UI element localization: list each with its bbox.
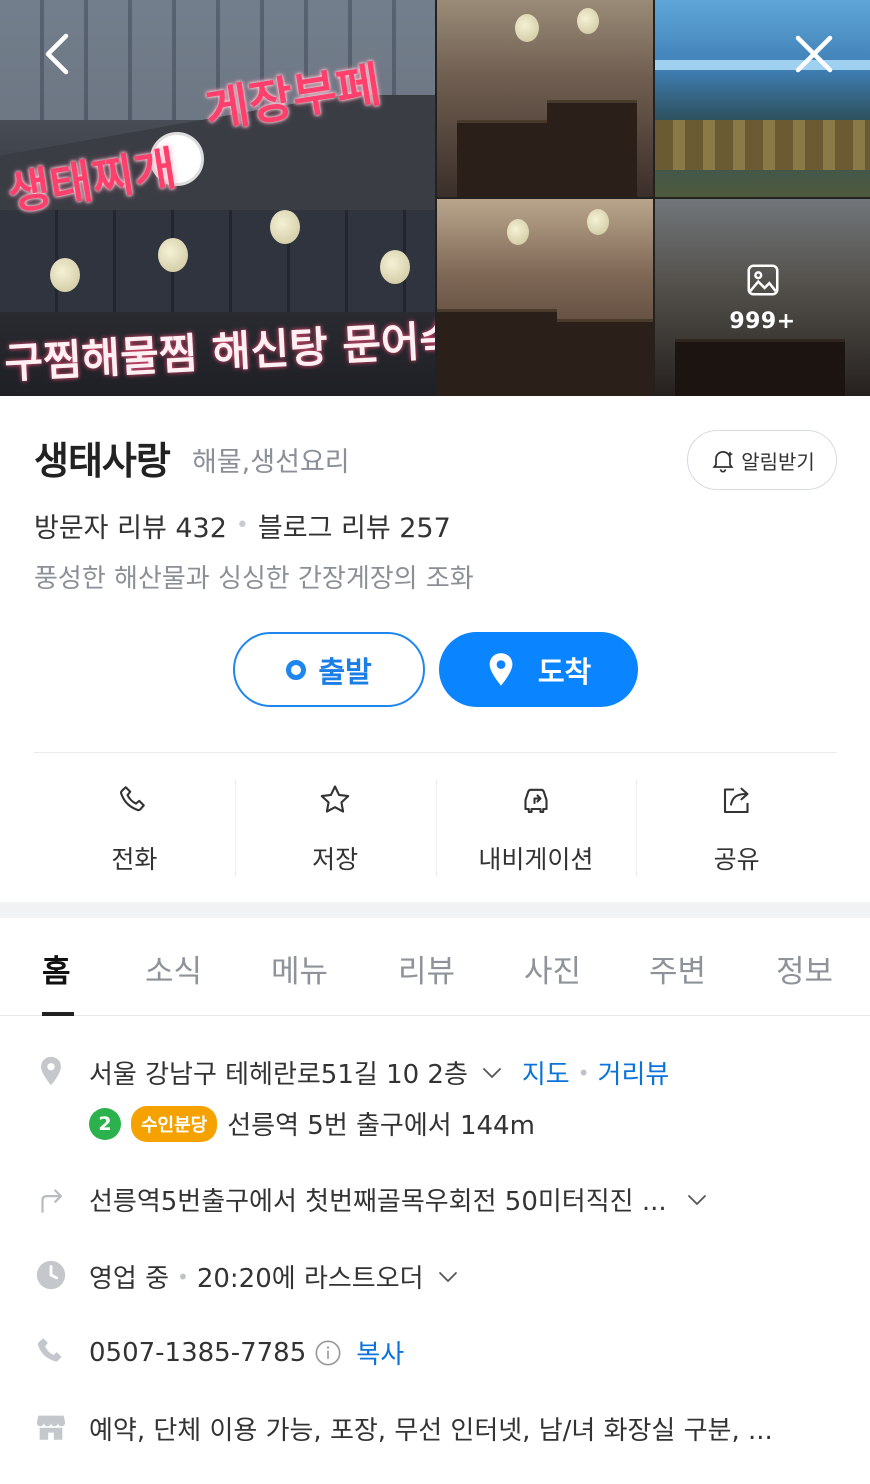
separator-dot: • (177, 1264, 189, 1289)
chevron-down-icon[interactable] (436, 1265, 460, 1289)
visitor-review-link[interactable]: 방문자 리뷰 432 (34, 506, 227, 545)
section-divider (34, 752, 837, 753)
gallery-photo-2[interactable] (437, 0, 653, 197)
amenities-text: 예약, 단체 이용 가능, 포장, 무선 인터넷, 남/녀 화장실 구분, ..… (89, 1416, 773, 1446)
tab-menu[interactable]: 메뉴 (271, 946, 328, 991)
subway-line-badge: 2 (89, 1107, 121, 1140)
tab-photos[interactable]: 사진 (524, 946, 581, 991)
chevron-down-icon[interactable] (480, 1061, 504, 1085)
review-summary: 방문자 리뷰 432 • 블로그 리뷰 257 (34, 506, 451, 545)
share-label: 공유 (713, 845, 760, 874)
section-separator (0, 902, 870, 918)
map-link[interactable]: 지도 (522, 1054, 570, 1091)
phone-number[interactable]: 0507-1385-7785 (89, 1338, 306, 1368)
more-photos-overlay[interactable]: 999+ (655, 199, 870, 396)
address-row: 서울 강남구 테헤란로51길 10 2층 지도 • 거리뷰 (89, 1054, 669, 1091)
quick-actions: 전화 저장 내비게이션 공유 (34, 780, 837, 876)
call-label: 전화 (111, 845, 158, 874)
subway-line-tag: 수인분당 (131, 1105, 218, 1142)
arrive-button[interactable]: 도착 (439, 632, 638, 707)
store-icon (34, 1410, 68, 1444)
directions-text: 선릉역5번출구에서 첫번째골목우회전 50미터직진 ... (89, 1187, 667, 1217)
tab-reviews[interactable]: 리뷰 (398, 946, 455, 991)
navigation-icon (524, 788, 548, 814)
blog-review-link[interactable]: 블로그 리뷰 257 (258, 506, 451, 545)
save-action[interactable]: 저장 (234, 780, 436, 876)
gallery-photo-4[interactable] (437, 199, 653, 396)
origin-dot-icon (286, 659, 307, 680)
turn-right-icon (34, 1182, 68, 1216)
photo-gallery[interactable]: 생태찌개 게장부페 구찜해물찜 해신탕 문어숙 999+ (0, 0, 870, 396)
notification-button[interactable]: 알림받기 (687, 430, 837, 490)
hours-row: 영업 중 • 20:20에 라스트오더 (89, 1258, 460, 1295)
subway-row: 2 수인분당 선릉역 5번 출구에서 144m (89, 1105, 535, 1142)
tab-bar: 홈 소식 메뉴 리뷰 사진 주변 정보 (0, 918, 870, 1016)
place-description: 풍성한 해산물과 싱싱한 간장게장의 조화 (34, 564, 474, 594)
tab-news[interactable]: 소식 (145, 946, 202, 991)
back-button[interactable] (26, 22, 90, 86)
image-icon (744, 261, 782, 303)
tab-nearby[interactable]: 주변 (649, 946, 706, 991)
chevron-down-icon[interactable] (685, 1188, 709, 1212)
separator-dot: • (577, 1060, 590, 1085)
close-icon (795, 35, 833, 73)
info-icon[interactable] (314, 1339, 342, 1367)
arrive-label: 도착 (537, 654, 592, 689)
navigation-label: 내비게이션 (478, 845, 594, 874)
navigation-action[interactable]: 내비게이션 (435, 780, 637, 876)
directions-row: 선릉역5번출구에서 첫번째골목우회전 50미터직진 ... (89, 1181, 709, 1218)
tab-home[interactable]: 홈 (42, 946, 71, 991)
separator-dot: • (235, 513, 249, 538)
street-view-link[interactable]: 거리뷰 (598, 1054, 670, 1091)
phone-row: 0507-1385-7785 복사 (89, 1334, 404, 1371)
phone-icon (120, 786, 146, 812)
subway-distance-text: 선릉역 5번 출구에서 144m (227, 1111, 535, 1141)
share-icon (723, 787, 749, 814)
call-action[interactable]: 전화 (34, 780, 235, 876)
last-order-text: 20:20에 라스트오더 (196, 1264, 424, 1294)
location-pin-icon (34, 1054, 68, 1088)
bell-icon (712, 450, 734, 473)
notification-label: 알림받기 (741, 449, 815, 474)
phone-icon (34, 1334, 68, 1368)
address-text: 서울 강남구 테헤란로51길 10 2층 (89, 1060, 468, 1090)
photo-count: 999+ (729, 309, 796, 334)
place-name: 생태사랑 (34, 439, 171, 483)
share-action[interactable]: 공유 (636, 780, 837, 876)
chevron-left-icon (45, 33, 69, 75)
star-icon (320, 785, 350, 813)
active-tab-indicator (42, 1012, 74, 1016)
tab-info[interactable]: 정보 (776, 946, 833, 991)
close-button[interactable] (782, 22, 846, 86)
depart-label: 출발 (318, 654, 372, 689)
location-pin-icon (489, 652, 513, 686)
save-label: 저장 (312, 845, 359, 874)
business-status: 영업 중 (89, 1264, 170, 1294)
clock-icon (34, 1258, 68, 1292)
copy-link[interactable]: 복사 (356, 1334, 404, 1371)
depart-button[interactable]: 출발 (233, 632, 425, 707)
place-category: 해물,생선요리 (192, 447, 350, 478)
amenities-row: 예약, 단체 이용 가능, 포장, 무선 인터넷, 남/녀 화장실 구분, ..… (89, 1410, 773, 1447)
